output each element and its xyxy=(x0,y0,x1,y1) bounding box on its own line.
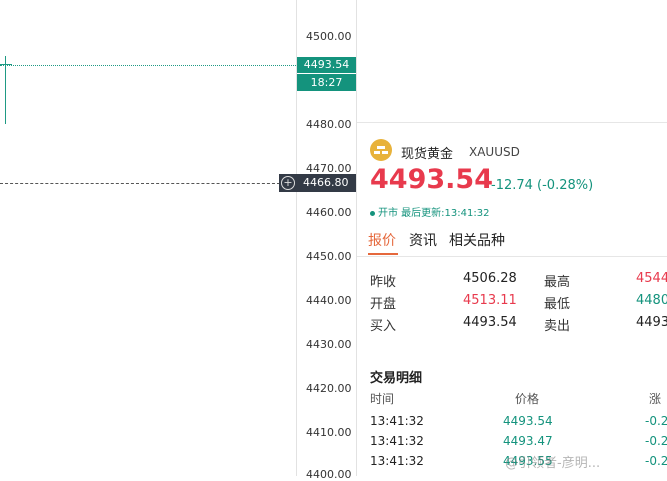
quote-panel: 现货黄金 XAUUSD 4493.54 -12.74 (-0.28%) 开市 最… xyxy=(357,0,667,476)
tab-related[interactable]: 相关品种 xyxy=(449,230,505,250)
open-value: 4513.11 xyxy=(463,293,517,308)
current-price-tag: 4493.54 xyxy=(297,57,356,73)
price-change: -12.74 (-0.28%) xyxy=(491,178,594,193)
axis-tick: 4480.00 xyxy=(306,118,352,131)
axis-tick: 4450.00 xyxy=(306,250,352,263)
trade-change: -0.2 xyxy=(645,434,667,448)
trade-change: -0.2 xyxy=(645,414,667,428)
axis-tick: 4410.00 xyxy=(306,426,352,439)
bid-label: 买入 xyxy=(370,319,397,334)
watermark: @引领者-彦明... xyxy=(505,456,601,471)
last-price: 4493.54 xyxy=(370,164,493,195)
axis-tick: 4420.00 xyxy=(306,382,352,395)
price-chart[interactable] xyxy=(0,0,296,476)
crosshair-value: 4466.80 xyxy=(303,176,349,189)
trade-time: 13:41:32 xyxy=(370,414,424,428)
price-axis[interactable]: 4500.00 4493.54 18:27 4480.00 4470.00 + … xyxy=(279,0,357,481)
trades-title: 交易明细 xyxy=(370,371,423,386)
symbol-name: 现货黄金 xyxy=(401,147,454,162)
prev-close-label: 昨收 xyxy=(370,275,397,290)
market-status: 开市 最后更新:13:41:32 xyxy=(370,204,489,219)
panel-header-area xyxy=(357,0,667,123)
trade-time: 13:41:32 xyxy=(370,434,424,448)
bid-value: 4493.54 xyxy=(463,315,517,330)
add-alert-icon[interactable]: + xyxy=(281,176,295,190)
axis-tick: 4500.00 xyxy=(306,30,352,43)
status-dot-icon xyxy=(370,210,375,216)
symbol-code: XAUUSD xyxy=(469,145,520,159)
gold-bars-icon xyxy=(370,139,392,161)
ask-label: 卖出 xyxy=(544,319,571,334)
market-status-text: 开市 最后更新:13:41:32 xyxy=(378,208,490,219)
trade-time: 13:41:32 xyxy=(370,454,424,468)
open-label: 开盘 xyxy=(370,297,397,312)
tab-quote[interactable]: 报价 xyxy=(368,230,396,250)
high-value: 4544 xyxy=(636,271,667,286)
crosshair-line xyxy=(0,183,280,184)
time-tag: 18:27 xyxy=(297,74,356,91)
tab-news[interactable]: 资讯 xyxy=(409,230,437,250)
high-label: 最高 xyxy=(544,275,571,290)
col-change: 涨 xyxy=(649,392,662,406)
candle-wick xyxy=(5,56,6,124)
trade-change: -0.2 xyxy=(645,454,667,468)
col-time: 时间 xyxy=(370,392,395,406)
trade-price: 4493.54 xyxy=(503,414,553,428)
active-tab-indicator xyxy=(368,253,398,255)
current-price-line xyxy=(0,65,296,66)
low-label: 最低 xyxy=(544,297,571,312)
trade-price: 4493.47 xyxy=(503,434,553,448)
crosshair-value-tag: + 4466.80 xyxy=(279,174,356,192)
axis-tick: 4460.00 xyxy=(306,206,352,219)
axis-tick: 4430.00 xyxy=(306,338,352,351)
axis-tick: 4440.00 xyxy=(306,294,352,307)
prev-close-value: 4506.28 xyxy=(463,271,517,286)
ask-value: 4493 xyxy=(636,315,667,330)
low-value: 4480 xyxy=(636,293,667,308)
col-price: 价格 xyxy=(515,392,540,406)
axis-tick: 4400.00 xyxy=(306,468,352,481)
quote-tabs: 报价 资讯 相关品种 xyxy=(357,226,667,257)
